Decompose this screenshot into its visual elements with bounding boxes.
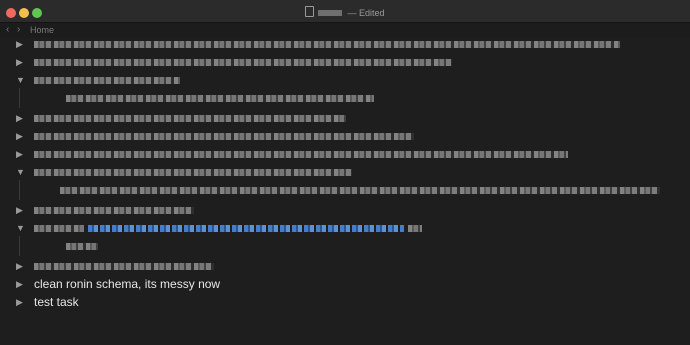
redacted-link[interactable] (88, 225, 404, 232)
outline-item-label[interactable]: clean ronin schema, its messy now (34, 277, 220, 291)
collapsed-disclosure-icon[interactable]: ▶ (16, 40, 23, 49)
back-button[interactable]: ‹ (6, 24, 9, 35)
redacted-text (34, 115, 346, 122)
redacted-text (66, 95, 374, 102)
expanded-disclosure-icon[interactable]: ▼ (16, 224, 25, 233)
outline-row[interactable]: ▶ (0, 146, 690, 164)
outline-child-row[interactable] (0, 182, 690, 200)
collapsed-disclosure-icon[interactable]: ▶ (16, 114, 23, 123)
collapsed-disclosure-icon[interactable]: ▶ (16, 58, 23, 67)
outline-row[interactable]: ▶ (0, 202, 690, 220)
outline-row[interactable]: ▼ (0, 72, 690, 90)
collapsed-disclosure-icon[interactable]: ▶ (16, 206, 23, 215)
outline-row[interactable]: ▶ test task (0, 294, 690, 312)
outline-child-row[interactable] (0, 238, 690, 256)
outline-row[interactable]: ▶ (0, 258, 690, 276)
redacted-text (34, 225, 84, 232)
collapsed-disclosure-icon[interactable]: ▶ (16, 262, 23, 271)
redacted-text (34, 59, 452, 66)
forward-button[interactable]: › (17, 24, 20, 35)
redacted-text (34, 77, 180, 84)
app-window: — Edited ‹ › Home ▶ ▶ ▼ ▶ ▶ ▶ ▼ ▶ ▼ ▶ ▶ … (0, 0, 690, 345)
expanded-disclosure-icon[interactable]: ▼ (16, 76, 25, 85)
redacted-text (34, 207, 194, 214)
redacted-text (34, 133, 414, 140)
outline-row[interactable]: ▶ (0, 128, 690, 146)
edited-status: — Edited (347, 8, 385, 18)
expanded-disclosure-icon[interactable]: ▼ (16, 168, 25, 177)
redacted-text (408, 225, 422, 232)
redacted-text (34, 41, 620, 48)
title-bar: — Edited (0, 0, 690, 23)
outline-row[interactable]: ▼ (0, 220, 690, 238)
window-title: — Edited (0, 6, 690, 18)
redacted-text (60, 187, 660, 194)
document-icon (305, 6, 315, 17)
outline-row[interactable]: ▶ (0, 54, 690, 72)
redacted-document-name (318, 10, 343, 16)
breadcrumb-home[interactable]: Home (30, 25, 54, 35)
outline-child-row[interactable] (0, 90, 690, 108)
outline-row[interactable]: ▶ clean ronin schema, its messy now (0, 276, 690, 294)
navigation-bar: ‹ › Home (0, 23, 690, 37)
collapsed-disclosure-icon[interactable]: ▶ (16, 298, 23, 307)
outline-row[interactable]: ▶ (0, 36, 690, 54)
redacted-text (66, 243, 98, 250)
redacted-text (34, 263, 214, 270)
collapsed-disclosure-icon[interactable]: ▶ (16, 150, 23, 159)
outline-row[interactable]: ▼ (0, 164, 690, 182)
outline-row[interactable]: ▶ (0, 110, 690, 128)
redacted-text (34, 169, 352, 176)
collapsed-disclosure-icon[interactable]: ▶ (16, 132, 23, 141)
collapsed-disclosure-icon[interactable]: ▶ (16, 280, 23, 289)
outline-item-label[interactable]: test task (34, 295, 79, 309)
redacted-text (34, 151, 568, 158)
